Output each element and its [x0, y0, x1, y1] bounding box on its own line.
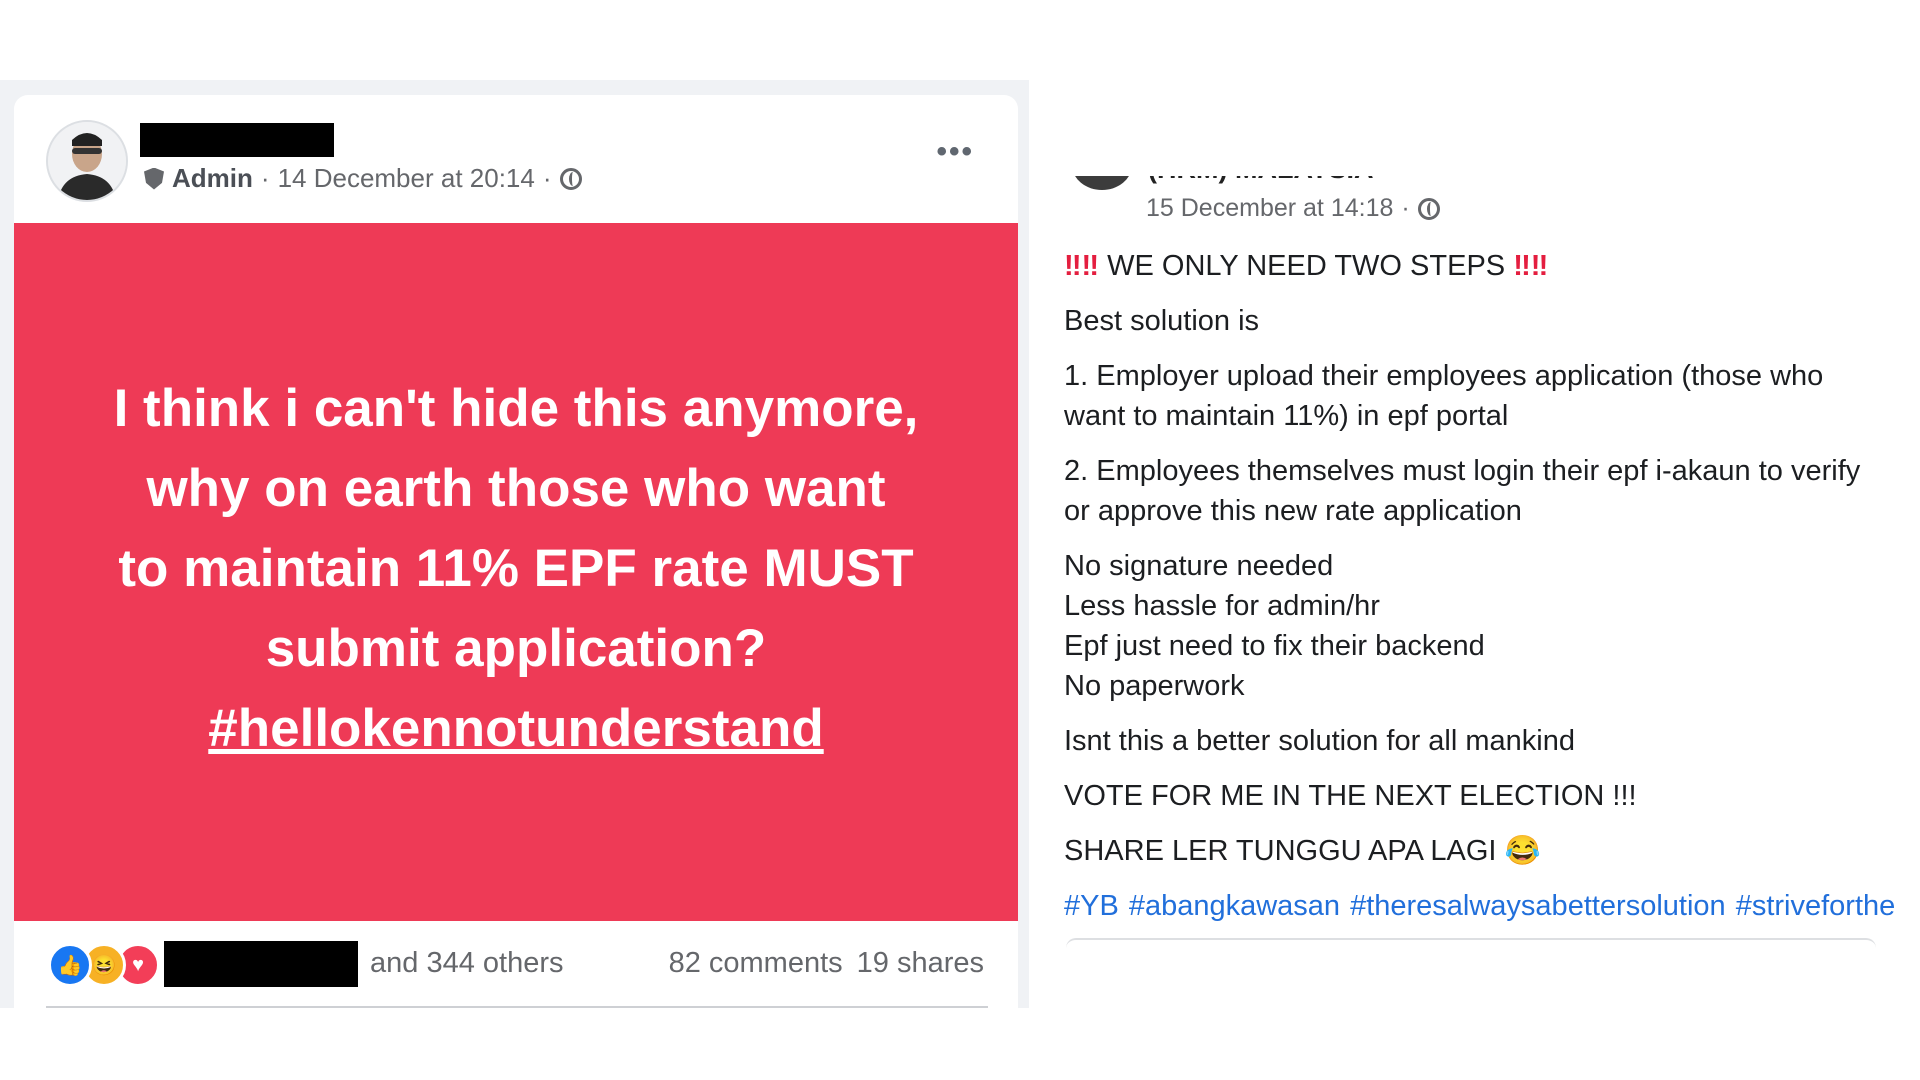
post-question: Isnt this a better solution for all mank…: [1064, 725, 1575, 757]
page-name[interactable]: (HRM) MALAYSIA: [1148, 176, 1374, 185]
benefit-item: No signature needed: [1064, 550, 1334, 582]
hashtag-link[interactable]: #theresalwaysabettersolution: [1350, 890, 1726, 922]
post-date[interactable]: 15 December at 14:18: [1146, 194, 1393, 223]
post-share-line: SHARE LER TUNGGU APA LAGI 😂: [1064, 831, 1884, 871]
post-meta: 15 December at 14:18 ·: [1146, 194, 1440, 223]
benefits-list: No signature needed Less hassle for admi…: [1064, 546, 1884, 706]
meta-separator: ·: [260, 163, 270, 193]
post-body: ‼‼ WE ONLY NEED TWO STEPS ‼‼ Best soluti…: [1064, 246, 1896, 941]
hashtag-link[interactable]: #striveforthebest: [1736, 890, 1896, 922]
redacted-reactor-name: [164, 941, 358, 987]
author-avatar[interactable]: [46, 120, 128, 202]
comments-count[interactable]: 82 comments: [669, 947, 843, 980]
reaction-icons[interactable]: 👍 😆 ♥: [48, 943, 160, 987]
more-options-button[interactable]: •••: [936, 135, 974, 169]
banner-line: to maintain 11% EPF rate MUST: [118, 539, 914, 598]
globe-icon: [559, 167, 582, 190]
admin-shield-icon: [144, 167, 164, 190]
laughing-emoji-icon: 😂: [1504, 835, 1541, 867]
post-text: Best solution is: [1064, 305, 1260, 337]
hashtag-link[interactable]: #abangkawasan: [1129, 890, 1340, 922]
redacted-author-name: [140, 123, 334, 157]
post-meta: Admin · 14 December at 20:14 ·: [144, 163, 582, 194]
hashtag-list: #YB #abangkawasan #theresalwaysabettersolu…: [1064, 886, 1896, 926]
hashtag-link[interactable]: #YB: [1064, 890, 1119, 922]
share-text: SHARE LER TUNGGU APA LAGI: [1064, 835, 1497, 867]
divider: [46, 1006, 988, 1008]
banner-hashtag-link[interactable]: #hellokennotunderstand: [66, 689, 966, 769]
benefit-item: Less hassle for admin/hr: [1064, 590, 1380, 622]
double-exclamation-icon: ‼‼: [1064, 250, 1100, 282]
banner-line: I think i can't hide this anymore,: [113, 379, 919, 438]
post-stats: 82 comments 19 shares: [669, 947, 984, 980]
globe-icon: [1417, 197, 1440, 220]
heading-text: WE ONLY NEED TWO STEPS: [1107, 250, 1506, 282]
post-date[interactable]: 14 December at 20:14: [278, 163, 535, 194]
right-post-card: (HRM) MALAYSIA 15 December at 14:18 · ‼‼…: [1036, 176, 1896, 952]
banner-line: why on earth those who want: [146, 459, 886, 518]
post-heading: ‼‼ WE ONLY NEED TWO STEPS ‼‼: [1064, 246, 1884, 286]
post-banner: I think i can't hide this anymore, why o…: [14, 223, 1018, 921]
shares-count[interactable]: 19 shares: [857, 947, 984, 980]
meta-separator: ·: [1401, 194, 1410, 222]
person-icon: [48, 122, 126, 200]
page-avatar[interactable]: [1072, 176, 1132, 190]
step-1: 1. Employer upload their employees appli…: [1064, 360, 1824, 432]
like-icon: 👍: [48, 943, 92, 987]
meta-separator: ·: [542, 163, 552, 193]
reaction-count[interactable]: and 344 others: [370, 947, 563, 980]
post-footer: 👍 😆 ♥ and 344 others 82 comments 19 shar…: [14, 921, 1018, 1008]
benefit-item: No paperwork: [1064, 670, 1245, 702]
double-exclamation-icon: ‼‼: [1513, 250, 1549, 282]
left-post-card: Admin · 14 December at 20:14 · ••• I thi…: [14, 95, 1018, 1008]
post-vote: VOTE FOR ME IN THE NEXT ELECTION !!!: [1064, 780, 1637, 812]
banner-line: submit application?: [265, 619, 767, 678]
banner-text: I think i can't hide this anymore, why o…: [66, 369, 966, 769]
benefit-item: Epf just need to fix their backend: [1064, 630, 1485, 662]
divider: [1066, 938, 1876, 952]
admin-badge: Admin: [172, 163, 253, 193]
left-post-header: Admin · 14 December at 20:14 · •••: [14, 95, 1018, 223]
step-2: 2. Employees themselves must login their…: [1064, 455, 1861, 527]
